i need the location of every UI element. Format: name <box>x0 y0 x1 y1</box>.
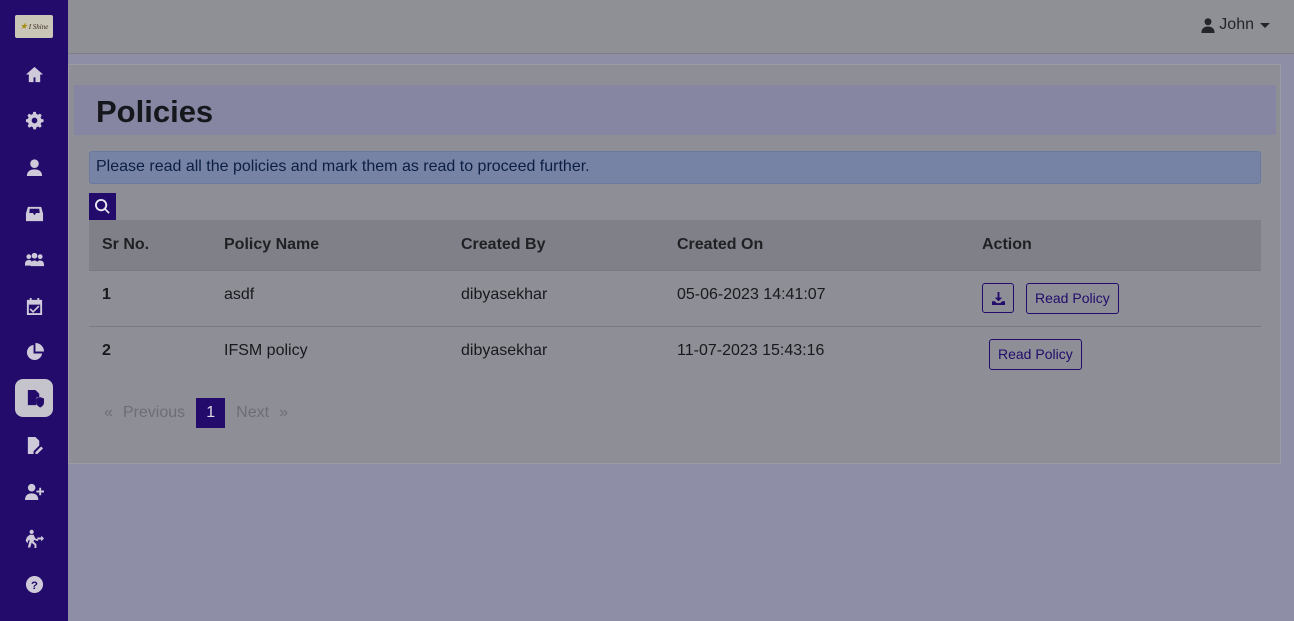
header-created-on[interactable]: Created On <box>664 220 969 270</box>
user-icon <box>1201 17 1215 33</box>
svg-text:?: ? <box>31 579 38 591</box>
team-icon[interactable] <box>15 240 53 278</box>
file-edit-icon[interactable] <box>15 426 53 464</box>
download-button[interactable] <box>982 283 1014 313</box>
policies-table: Sr No. Policy Name Created By Created On… <box>89 220 1261 382</box>
table-row: 2 IFSM policy dibyasekhar 11-07-2023 15:… <box>89 326 1261 382</box>
policy-file-shield-icon[interactable] <box>15 379 53 417</box>
header-created-by[interactable]: Created By <box>448 220 664 270</box>
cell-sr-no: 2 <box>102 341 111 359</box>
inbox-icon[interactable] <box>15 194 53 232</box>
chevron-down-icon <box>1260 22 1270 28</box>
exit-icon[interactable] <box>15 519 53 557</box>
header-policy-name[interactable]: Policy Name <box>211 220 448 270</box>
header-action: Action <box>982 235 1032 253</box>
gear-icon[interactable] <box>15 101 53 139</box>
cell-created-on: 05-06-2023 14:41:07 <box>677 285 826 303</box>
read-policy-button[interactable]: Read Policy <box>989 338 1082 370</box>
previous-link[interactable]: Previous <box>118 404 190 422</box>
search-button[interactable] <box>89 193 116 220</box>
table-row: 1 asdf dibyasekhar 05-06-2023 14:41:07 R… <box>89 270 1261 326</box>
user-icon[interactable] <box>15 148 53 186</box>
top-bar: John <box>68 0 1294 54</box>
table-header-row: Sr No. Policy Name Created By Created On… <box>89 220 1261 270</box>
page-number-current[interactable]: 1 <box>196 398 226 428</box>
calendar-check-icon[interactable] <box>15 287 53 325</box>
help-icon[interactable]: ? <box>15 565 53 603</box>
sidebar: ★ I Shine ? <box>0 0 68 621</box>
cell-created-by: dibyasekhar <box>461 285 548 303</box>
search-icon <box>95 199 110 214</box>
cell-sr-no: 1 <box>102 285 111 303</box>
user-menu[interactable]: John <box>1201 16 1270 34</box>
cell-policy-name: asdf <box>224 285 255 303</box>
home-icon[interactable] <box>15 55 53 93</box>
info-alert: Please read all the policies and mark th… <box>89 151 1261 184</box>
cell-action: Read Policy <box>969 270 1261 326</box>
cell-policy-name: IFSM policy <box>224 341 308 359</box>
prev-arrow[interactable]: « <box>99 404 118 422</box>
next-link[interactable]: Next <box>231 404 274 422</box>
next-arrow[interactable]: » <box>274 404 293 422</box>
download-icon <box>991 291 1005 305</box>
cell-action: Read Policy <box>969 326 1261 382</box>
app-logo[interactable]: ★ I Shine <box>15 15 53 38</box>
cell-created-by: dibyasekhar <box>461 341 548 359</box>
page-title: Policies <box>96 94 214 129</box>
card-header: Policies <box>74 85 1276 135</box>
header-sr-no[interactable]: Sr No. <box>89 220 211 270</box>
pagination: « Previous 1 Next » <box>99 398 293 428</box>
read-policy-button[interactable]: Read Policy <box>1026 282 1119 314</box>
user-name: John <box>1219 16 1254 33</box>
cell-created-on: 11-07-2023 15:43:16 <box>677 341 825 359</box>
pie-chart-icon[interactable] <box>15 333 53 371</box>
policies-card: Policies Please read all the policies an… <box>68 64 1281 464</box>
user-plus-icon[interactable] <box>15 472 53 510</box>
